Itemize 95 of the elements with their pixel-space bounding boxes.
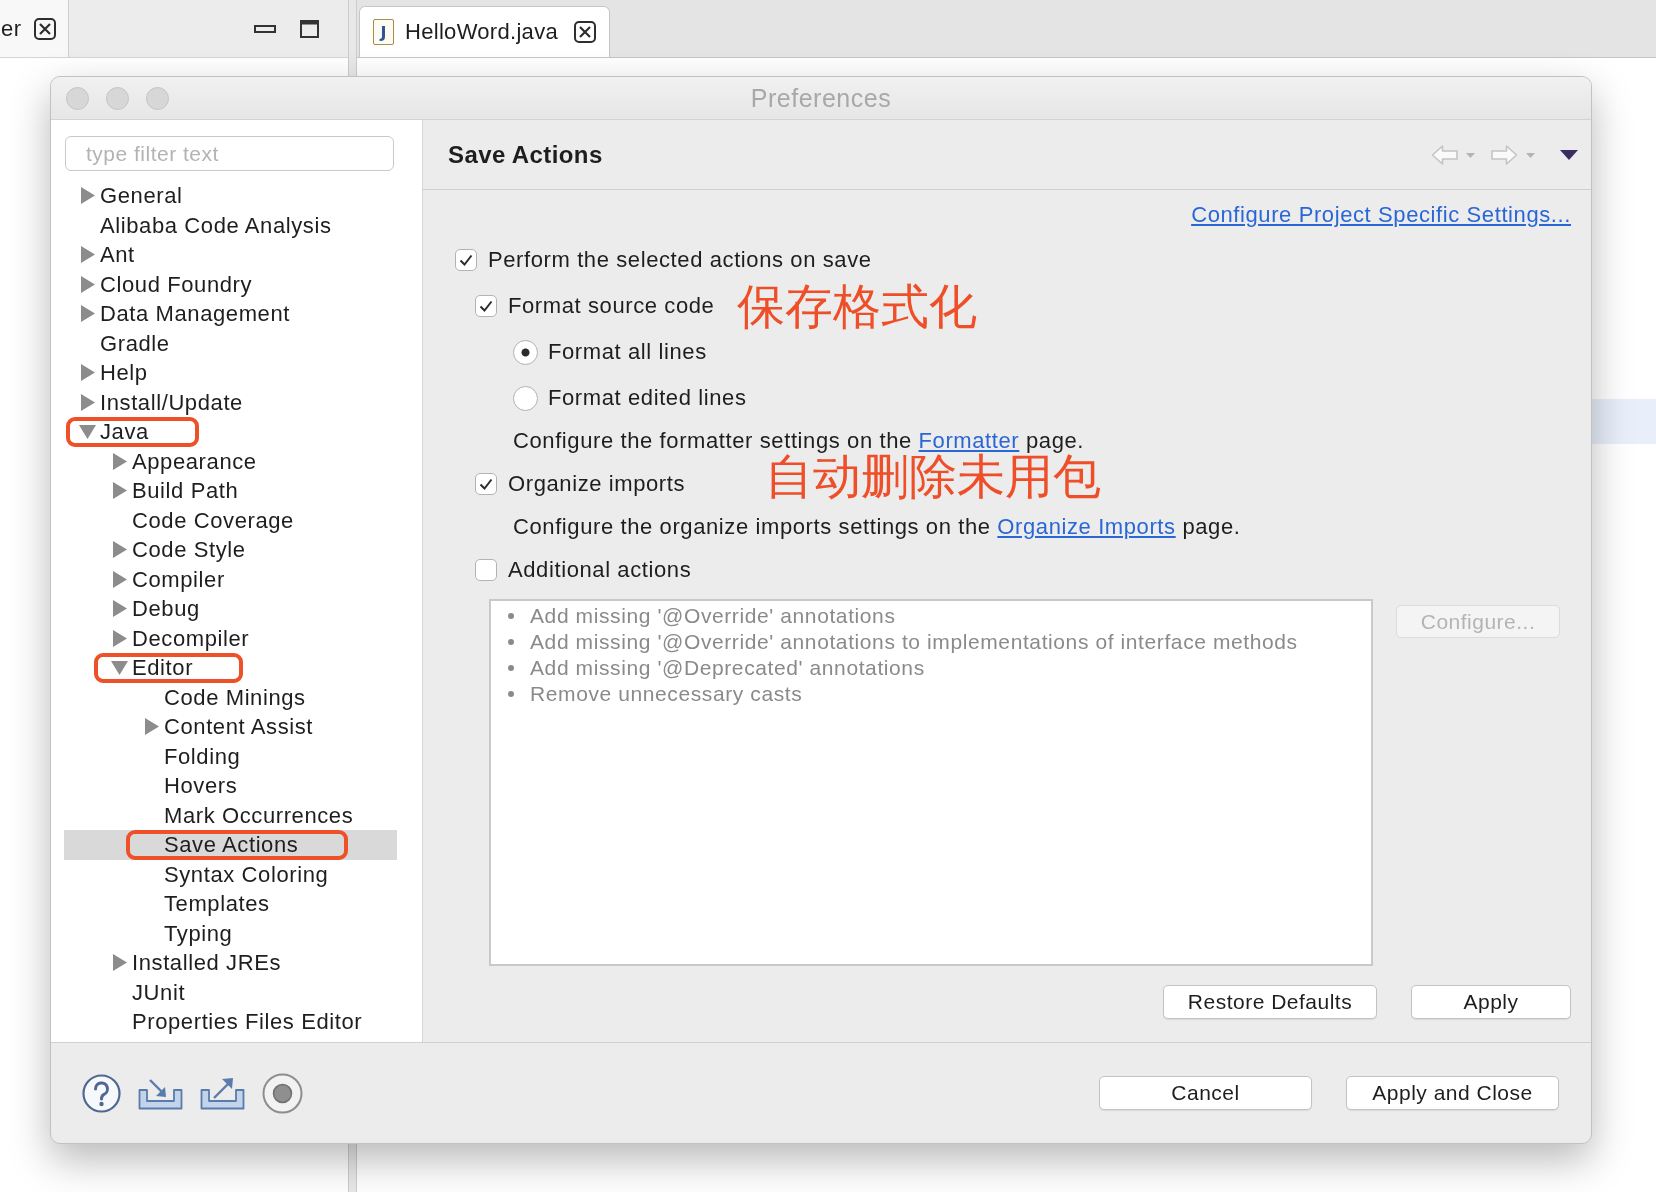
tree-item[interactable]: Templates bbox=[64, 889, 397, 919]
tree-item[interactable]: Build Path bbox=[64, 476, 397, 506]
bullet-icon bbox=[508, 613, 514, 619]
tree-item[interactable]: Typing bbox=[64, 918, 397, 948]
tree-item[interactable]: Decompiler bbox=[64, 623, 397, 653]
bullet-icon bbox=[508, 691, 514, 697]
list-item-text: Add missing '@Override' annotations bbox=[530, 604, 896, 628]
tree-item[interactable]: Mark Occurrences bbox=[64, 800, 397, 830]
list-item-text: Add missing '@Override' annotations to implementations of interface methods bbox=[530, 630, 1298, 654]
caret-down-icon[interactable] bbox=[111, 659, 128, 677]
link[interactable]: Formatter bbox=[918, 428, 1020, 453]
restore-defaults-button[interactable]: Restore Defaults bbox=[1163, 985, 1377, 1019]
tree-item[interactable]: Debug bbox=[64, 594, 397, 624]
radio-button[interactable] bbox=[513, 339, 538, 365]
checkmark-icon bbox=[479, 478, 493, 490]
caret-right-icon[interactable] bbox=[111, 541, 128, 559]
list-item-text: Remove unnecessary casts bbox=[530, 682, 803, 706]
tree-item[interactable]: Hovers bbox=[64, 771, 397, 801]
caret-right-icon[interactable] bbox=[111, 954, 128, 972]
hint-text: Configure the formatter settings on the Formatter page. bbox=[513, 428, 1085, 453]
checkbox-label[interactable]: Organize imports bbox=[508, 471, 686, 497]
tree-item[interactable]: Code Style bbox=[64, 535, 397, 565]
tree-item[interactable]: Installed JREs bbox=[64, 948, 397, 978]
caret-right-icon[interactable] bbox=[111, 570, 128, 588]
view-tab[interactable]: er bbox=[0, 0, 69, 57]
caret-right-icon[interactable] bbox=[79, 364, 96, 382]
checkbox[interactable] bbox=[475, 295, 497, 317]
tree-item[interactable]: Cloud Foundry bbox=[64, 269, 397, 299]
page-title: Save Actions bbox=[448, 140, 603, 169]
checkbox[interactable] bbox=[475, 559, 497, 581]
help-icon[interactable] bbox=[82, 1073, 121, 1113]
bullet-icon bbox=[508, 665, 514, 671]
java-file-icon: J bbox=[373, 19, 394, 45]
caret-right-icon[interactable] bbox=[111, 629, 128, 647]
caret-right-icon[interactable] bbox=[79, 275, 96, 293]
caret-right-icon[interactable] bbox=[79, 246, 96, 264]
caret-right-icon[interactable] bbox=[111, 452, 128, 470]
radio-label[interactable]: Format all lines bbox=[548, 339, 707, 365]
editor-tab[interactable]: J HelloWord.java bbox=[359, 6, 610, 57]
apply-button[interactable]: Apply bbox=[1411, 985, 1571, 1019]
annotation-text: 保存格式化 bbox=[737, 281, 978, 331]
current-line-highlight bbox=[1592, 399, 1656, 444]
radio-label[interactable]: Format edited lines bbox=[548, 385, 747, 411]
radio-button[interactable] bbox=[513, 385, 538, 411]
tree-item[interactable]: Code Minings bbox=[64, 682, 397, 712]
tree-item[interactable]: Alibaba Code Analysis bbox=[64, 210, 397, 240]
maximize-icon[interactable] bbox=[300, 19, 319, 38]
cancel-button[interactable]: Cancel bbox=[1099, 1076, 1312, 1110]
bullet-icon bbox=[508, 639, 514, 645]
tree-item[interactable]: Content Assist bbox=[64, 712, 397, 742]
checkbox-label[interactable]: Format source code bbox=[508, 293, 715, 319]
window-title: Preferences bbox=[750, 83, 892, 113]
tree-item[interactable]: Ant bbox=[64, 240, 397, 270]
caret-down-icon[interactable] bbox=[79, 423, 96, 441]
minimize-icon[interactable] bbox=[254, 24, 276, 33]
caret-right-icon[interactable] bbox=[111, 600, 128, 618]
link[interactable]: Organize Imports bbox=[997, 514, 1176, 539]
export-icon[interactable] bbox=[200, 1076, 245, 1110]
tree-item[interactable]: Install/Update bbox=[64, 387, 397, 417]
checkmark-icon bbox=[459, 254, 473, 266]
tree-item[interactable]: Help bbox=[64, 358, 397, 388]
caret-right-icon[interactable] bbox=[79, 393, 96, 411]
caret-right-icon[interactable] bbox=[79, 305, 96, 323]
checkmark-icon bbox=[479, 300, 493, 312]
tree-item[interactable]: JUnit bbox=[64, 977, 397, 1007]
close-icon[interactable] bbox=[33, 17, 56, 40]
tree-item[interactable]: Editor bbox=[64, 653, 397, 683]
tree-item[interactable]: Folding bbox=[64, 741, 397, 771]
checkbox[interactable] bbox=[455, 249, 477, 271]
caret-right-icon[interactable] bbox=[79, 187, 96, 205]
caret-right-icon[interactable] bbox=[111, 482, 128, 500]
project-settings-link[interactable]: Configure Project Specific Settings... bbox=[1191, 202, 1571, 228]
caret-right-icon[interactable] bbox=[143, 718, 160, 736]
tree-item[interactable]: Appearance bbox=[64, 446, 397, 476]
record-icon[interactable] bbox=[262, 1072, 303, 1114]
tree-item[interactable]: Compiler bbox=[64, 564, 397, 594]
forward-arrow-icon[interactable] bbox=[1491, 143, 1536, 166]
tree-item[interactable]: Java bbox=[64, 417, 397, 447]
import-icon[interactable] bbox=[138, 1076, 183, 1110]
tree-item[interactable]: Data Management bbox=[64, 299, 397, 329]
search-field[interactable]: type filter text bbox=[65, 136, 394, 171]
hint-text: Configure the organize imports settings on the Organize Imports page. bbox=[513, 514, 1241, 540]
tree-item[interactable]: General bbox=[64, 181, 397, 211]
tree-item[interactable]: Properties Files Editor bbox=[64, 1007, 397, 1037]
list-item-text: Add missing '@Deprecated' annotations bbox=[530, 656, 925, 680]
tree-item[interactable]: Gradle bbox=[64, 328, 397, 358]
back-arrow-icon[interactable] bbox=[1431, 143, 1476, 166]
tree-item[interactable]: Syntax Coloring bbox=[64, 859, 397, 889]
checkbox[interactable] bbox=[475, 473, 497, 495]
menu-caret-icon[interactable] bbox=[1560, 149, 1578, 160]
tree-item[interactable]: Code Coverage bbox=[64, 505, 397, 535]
close-icon[interactable] bbox=[574, 21, 596, 43]
checkbox-label[interactable]: Additional actions bbox=[508, 557, 692, 583]
apply-and-close-button[interactable]: Apply and Close bbox=[1346, 1076, 1559, 1110]
checkbox-label[interactable]: Perform the selected actions on save bbox=[488, 247, 872, 273]
